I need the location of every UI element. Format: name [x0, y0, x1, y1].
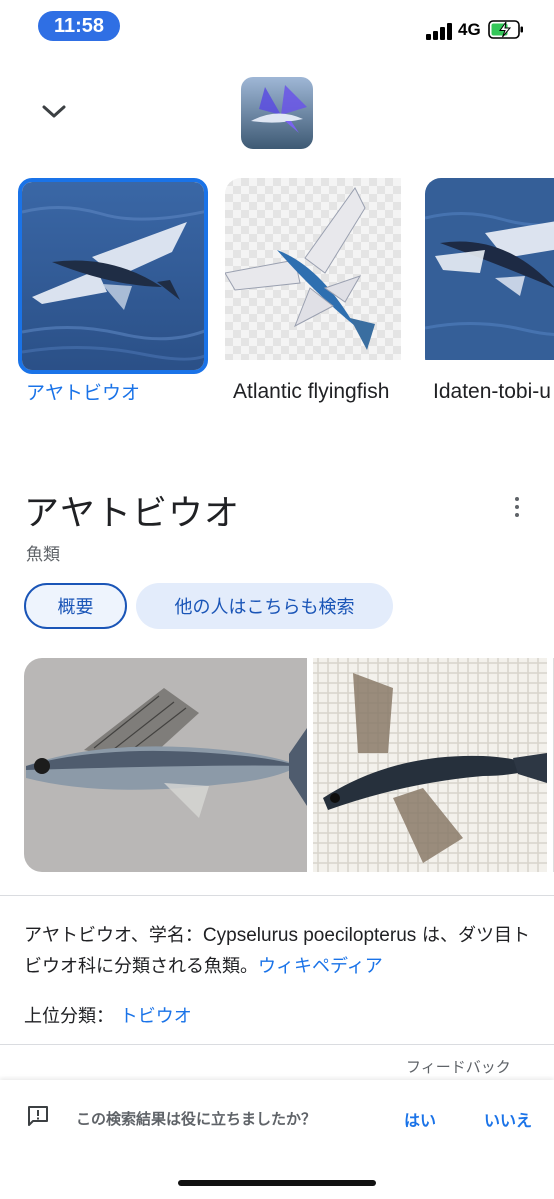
- carousel-image: [18, 178, 208, 374]
- parent-taxon-label: 上位分類：: [24, 1006, 114, 1027]
- scientific-name: Cypselurus poecilopterus: [202, 925, 417, 946]
- image-row: [24, 658, 554, 872]
- section-divider: [0, 1044, 554, 1045]
- battery-charging-icon: [488, 20, 523, 39]
- tab-people-also-search[interactable]: 他の人はこちらも検索: [136, 583, 393, 629]
- carousel-image: [225, 178, 415, 374]
- cellular-signal-icon: [426, 22, 454, 40]
- parent-taxon-link[interactable]: トビウオ: [120, 1006, 192, 1027]
- entity-subtitle: 魚類: [26, 545, 60, 565]
- more-vert-icon: [515, 497, 519, 501]
- network-type: 4G: [458, 20, 481, 39]
- section-divider: [0, 895, 554, 896]
- parent-taxon: 上位分類： トビウオ: [24, 1002, 192, 1028]
- feedback-bar: この検索結果は役に立ちましたか？ はい いいえ: [0, 1080, 554, 1199]
- feedback-yes-button[interactable]: はい: [404, 1107, 436, 1131]
- feedback-no-button[interactable]: いいえ: [484, 1107, 532, 1131]
- flying-fish-thumbnail-image: [241, 77, 313, 149]
- more-options-button[interactable]: [500, 490, 534, 524]
- entity-description: アヤトビウオ、学名：Cypselurus poecilopterus は、ダツ目…: [24, 920, 534, 982]
- chevron-down-icon: [42, 105, 66, 118]
- carousel-image: [425, 178, 554, 374]
- carousel-item-label: Idaten-tobi-u: [433, 380, 551, 403]
- fish-photo-1[interactable]: [24, 658, 307, 872]
- status-time: 11:58: [38, 11, 120, 41]
- feedback-link[interactable]: フィードバック: [406, 1056, 511, 1077]
- tab-overview[interactable]: 概要: [24, 583, 127, 629]
- collapse-button[interactable]: [34, 92, 74, 132]
- image-carousel[interactable]: アヤトビウオ Atlantic flyingfish Idaten-tobi-u: [0, 178, 554, 458]
- carousel-item-label: アヤトビウオ: [26, 382, 141, 404]
- status-bar: 11:58 4G: [0, 0, 554, 56]
- entity-thumbnail: [241, 77, 313, 149]
- fish-photo-2[interactable]: [313, 658, 547, 872]
- description-prefix: アヤトビウオ、学名：: [24, 925, 203, 946]
- home-indicator[interactable]: [178, 1180, 376, 1186]
- entity-title: アヤトビウオ: [24, 494, 241, 534]
- feedback-question: この検索結果は役に立ちましたか？: [76, 1110, 317, 1128]
- carousel-item-label: Atlantic flyingfish: [233, 380, 390, 403]
- wikipedia-link[interactable]: ウィキペディア: [258, 956, 383, 977]
- feedback-icon: [28, 1106, 48, 1126]
